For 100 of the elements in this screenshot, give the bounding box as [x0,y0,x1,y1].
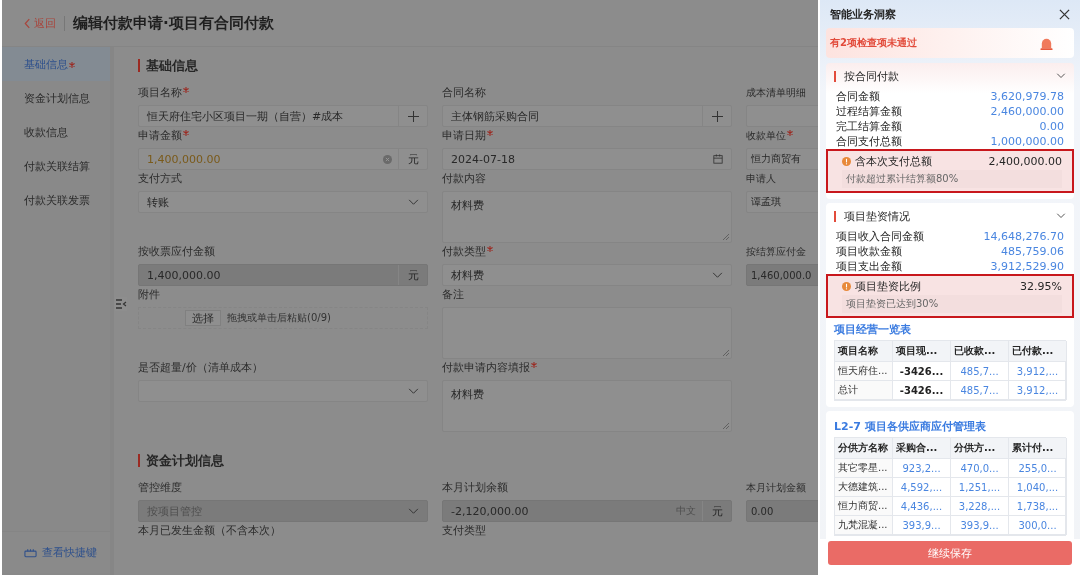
table-cell[interactable]: 393,9... [951,516,1009,535]
text-field[interactable]: 恒天府住宅小区项目一期（自营）#成本 [138,105,428,127]
table-cell[interactable]: 485,7... [951,381,1009,400]
chevron-down-icon [408,198,419,206]
close-icon[interactable] [1059,8,1070,20]
metric-label: 合同支付总额 [836,134,902,149]
required-mark-icon [487,130,493,136]
text-field[interactable]: 主体钢筋采购合同 [442,105,732,127]
table-cell[interactable]: 3,228,... [951,497,1009,516]
keyboard-icon [24,547,37,558]
drawer-title: 智能业务洞察 [830,6,896,22]
choose-button[interactable]: 选择 [185,310,222,326]
calendar-icon [713,154,723,164]
chevron-down-icon[interactable] [1056,73,1066,79]
upload-area[interactable]: 选择 拖拽或单击后粘贴(0/9) [138,307,428,329]
metric-value[interactable]: 3,912,529.90 [990,260,1064,273]
metric-label: 项目收款金额 [836,244,902,259]
table-cell[interactable]: 4,436,... [893,497,951,516]
textarea-field[interactable] [442,307,732,359]
metric-label: 完工结算金额 [836,119,902,134]
page-title: 编辑付款申请·项目有合同付款 [73,13,274,33]
resize-grip-icon [723,234,729,240]
table-header: 项目名称 [835,341,893,362]
field-label: 按收票应付金额 [138,245,215,259]
nav-label: 付款关联发票 [24,192,90,208]
table-cell[interactable]: 393,9... [893,516,951,535]
table-cell: -3426... [893,381,951,400]
table-cell: 大德建筑... [835,478,893,497]
metric-label: 合同金额 [836,89,880,104]
field-label: 成本清单明细 [746,86,806,100]
alert-text: 有2项检查项未通过 [830,36,917,50]
table-cell[interactable]: 1,738,... [1009,497,1067,516]
upload-hint: 拖拽或单击后粘贴(0/9) [227,311,331,325]
table-title[interactable]: 项目经营一览表 [834,322,1066,337]
table-cell[interactable]: 3,912,... [1009,381,1067,400]
text-field[interactable]: 谭孟琪 [746,191,818,213]
textarea-field[interactable]: 材料费 [442,380,732,432]
check-label: 含本次支付总额 [855,154,933,169]
table-cell: 总计 [835,381,893,400]
nav-item[interactable]: 资金计划信息 [2,81,110,115]
field-label: 本月计划余额 [442,481,508,495]
field-label: 是否超量/价（清单成本） [138,361,263,375]
table-cell: -3426... [893,362,951,381]
amount-field[interactable]: 1,400,000.00 元 [138,148,428,170]
plus-icon [711,110,723,122]
metric-value[interactable]: 0.00 [1039,120,1064,133]
select-field[interactable]: 转账 [138,191,428,213]
chevron-left-icon [24,17,31,29]
table-header: 已收款... [951,341,1009,362]
required-mark-icon [183,130,189,136]
field-label: 支付类型 [442,524,486,538]
nav-label: 基础信息 [24,56,68,72]
text-field[interactable] [746,105,818,127]
metric-value[interactable]: 1,000,000.00 [990,135,1064,148]
check-value: 2,400,000.00 [988,155,1062,168]
date-field[interactable]: 2024-07-18 [442,148,732,170]
field-label: 本月计划金额 [746,481,806,495]
table-cell[interactable]: 255,0... [1009,459,1067,478]
table-cell[interactable]: 470,0... [951,459,1009,478]
metric-value[interactable]: 2,460,000.00 [990,105,1064,118]
metric-value[interactable]: 3,620,979.78 [990,90,1064,103]
select-field[interactable] [138,380,428,402]
table-cell[interactable]: 923,2... [893,459,951,478]
clear-icon[interactable] [383,154,392,164]
metric-label: 过程结算金额 [836,104,902,119]
nav-item[interactable]: 付款关联结算 [2,149,110,183]
table-cell[interactable]: 485,7... [951,362,1009,381]
nav-item[interactable]: 收款信息 [2,115,110,149]
table-title[interactable]: L2-7 项目各供应商应付管理表 [834,419,1066,434]
table-cell: 其它零星... [835,459,893,478]
table-cell[interactable]: 1,251,... [951,478,1009,497]
text-field[interactable]: 恒力商贸有 [746,148,818,170]
section-title: 资金计划信息 [138,454,818,467]
chevron-down-icon[interactable] [1056,213,1066,219]
chevron-down-icon [408,387,419,395]
field-label: 管控维度 [138,481,182,495]
plus-icon [407,110,419,122]
table-cell[interactable]: 300,0... [1009,516,1067,535]
table-cell[interactable]: 4,592,... [893,478,951,497]
resize-grip-icon [723,423,729,429]
check-label: 项目垫资比例 [855,279,922,294]
textarea-field[interactable]: 材料费 [442,191,732,243]
select-field[interactable]: 材料费 [442,264,732,286]
check-value: 32.95% [1020,280,1062,293]
required-mark-icon [183,87,189,93]
nav-label: 付款关联结算 [24,158,90,174]
field-label: 支付方式 [138,172,182,186]
field-label: 本月已发生金额（不含本次） [138,524,281,538]
metric-value[interactable]: 14,648,276.70 [983,230,1064,243]
metric-value[interactable]: 485,759.06 [1001,245,1064,258]
table-cell[interactable]: 3,912,... [1009,362,1067,381]
collapse-toggle-icon[interactable] [115,297,127,311]
continue-save-button[interactable]: 继续保存 [828,541,1072,565]
nav-item[interactable]: 基础信息 [2,47,110,81]
field-label: 付款内容 [442,172,486,186]
table-cell[interactable]: 1,040,... [1009,478,1067,497]
field-label: 附件 [138,288,160,302]
nav-label: 资金计划信息 [24,90,90,106]
nav-item[interactable]: 付款关联发票 [2,183,110,217]
warning-icon [842,282,851,291]
